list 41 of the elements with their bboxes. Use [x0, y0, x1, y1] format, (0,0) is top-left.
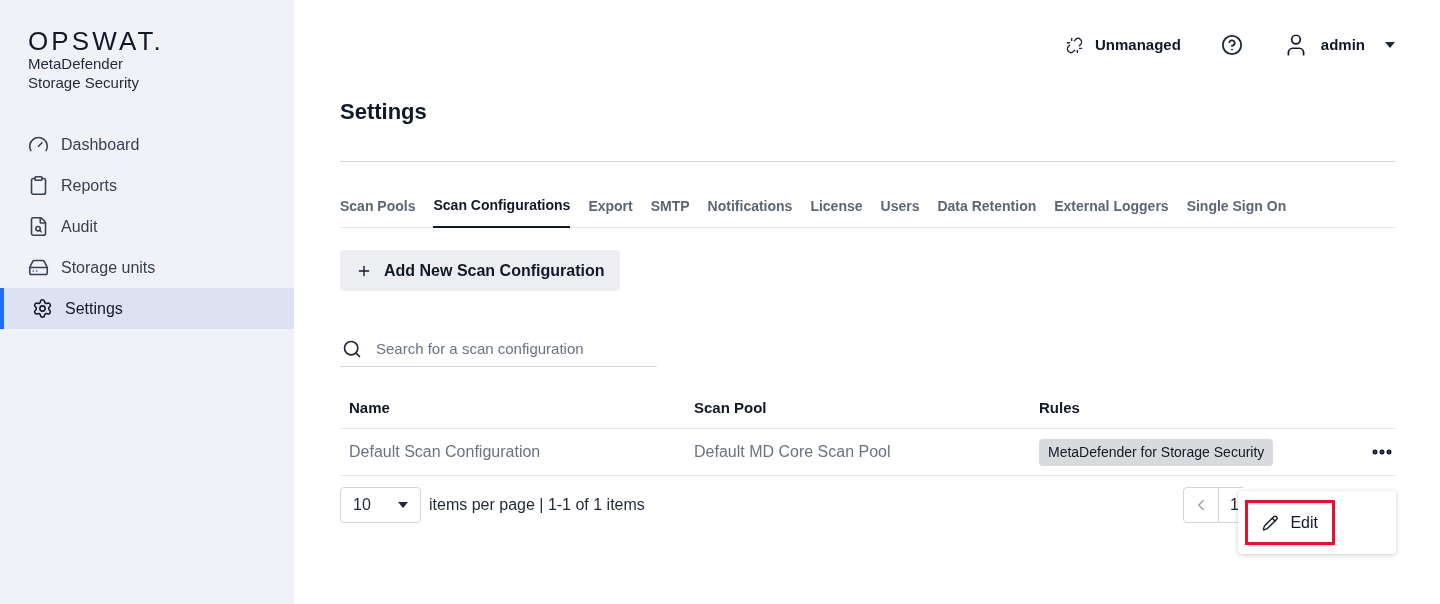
tab[interactable]: License — [810, 196, 863, 227]
settings-icon — [32, 298, 53, 319]
clipboard-icon — [28, 175, 49, 196]
tab[interactable]: External Loggers — [1054, 196, 1169, 227]
nav-item[interactable]: Dashboard — [0, 124, 294, 165]
nav-item[interactable]: Storage units — [0, 247, 294, 288]
drive-icon — [28, 257, 49, 278]
tab[interactable]: Users — [880, 196, 920, 227]
status-label: Unmanaged — [1094, 34, 1181, 55]
tab[interactable]: Data Retention — [937, 196, 1037, 227]
pagination-summary: items per page | 1-1 of 1 items — [429, 495, 645, 515]
unlink-icon — [1065, 36, 1083, 54]
rule-tag: MetaDefender for Storage Security — [1039, 438, 1274, 466]
brand-logo: OPSWAT. — [28, 28, 165, 54]
tab[interactable]: Scan Pools — [340, 196, 416, 227]
edit-menu-item[interactable]: Edit — [1245, 500, 1335, 545]
tab[interactable]: Single Sign On — [1186, 196, 1287, 227]
tab[interactable]: Export — [588, 196, 633, 227]
table-cell-text: Default MD Core Scan Pool — [694, 442, 892, 462]
column-header: Name — [349, 398, 391, 419]
tab[interactable]: Notifications — [707, 196, 793, 227]
help-icon[interactable] — [1220, 34, 1243, 56]
page-size-select[interactable]: 10 — [340, 487, 421, 523]
add-button[interactable]: Add New Scan Configuration — [340, 250, 621, 291]
caret-icon — [398, 502, 408, 508]
document-search-icon — [28, 216, 49, 237]
caret-icon — [1385, 42, 1395, 48]
table-cell-text: Default Scan Configuration — [349, 442, 542, 462]
tab[interactable]: SMTP — [650, 196, 690, 227]
page-title: Settings — [340, 98, 428, 126]
user-menu[interactable]: admin — [1282, 32, 1395, 58]
product-name: Storage Security — [28, 73, 140, 92]
tab[interactable]: Scan Configurations — [433, 195, 571, 228]
nav-item[interactable]: Settings — [0, 288, 294, 329]
nav-item[interactable]: Reports — [0, 165, 294, 206]
search-icon — [342, 339, 362, 359]
nav-item[interactable]: Audit — [0, 206, 294, 247]
column-header: Rules — [1039, 398, 1081, 419]
search-field[interactable]: Search for a scan configuration — [340, 331, 657, 367]
product-name: MetaDefender — [28, 54, 125, 73]
column-header: Scan Pool — [694, 398, 768, 419]
